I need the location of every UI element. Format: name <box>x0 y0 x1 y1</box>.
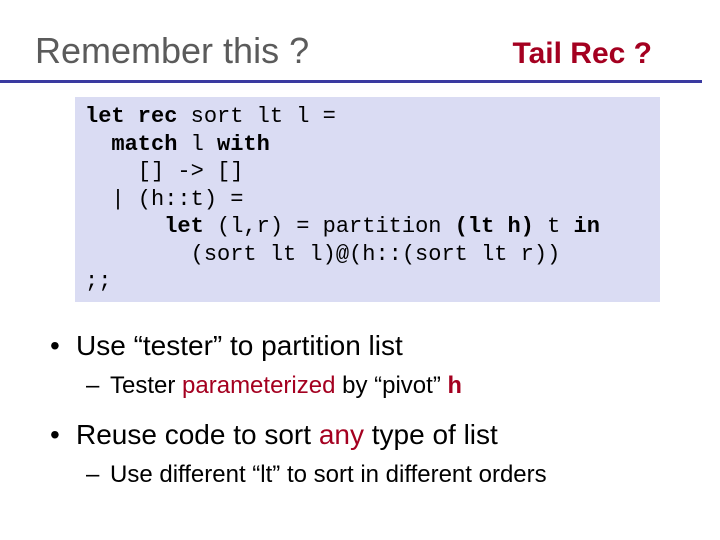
code-block: let rec sort lt l = match l with [] -> [… <box>75 97 660 302</box>
bullet-text: Reuse code to sort <box>76 419 319 450</box>
code-text: [] -> [] <box>85 159 243 184</box>
bullet-code: h <box>447 374 461 401</box>
code-text: ;; <box>85 269 111 294</box>
code-text: (sort lt l)@(h::(sort lt r)) <box>85 242 560 267</box>
code-text: (l,r) = partition <box>217 214 455 239</box>
bullet-level1: Reuse code to sort any type of list <box>40 419 680 451</box>
bullet-level1: Use “tester” to partition list <box>40 330 680 362</box>
bullet-level2: Use different “lt” to sort in different … <box>40 461 680 489</box>
slide-title-right: Tail Rec ? <box>513 37 662 71</box>
bullet-text: type of list <box>364 419 498 450</box>
slide: Remember this ? Tail Rec ? let rec sort … <box>0 0 720 540</box>
code-kw: with <box>217 132 270 157</box>
title-row: Remember this ? Tail Rec ? <box>0 0 702 83</box>
bullet-text: Use different “lt” to sort in different … <box>110 461 547 488</box>
code-text: | (h::t) = <box>85 187 257 212</box>
code-text: l <box>191 132 217 157</box>
code-text: t <box>534 214 574 239</box>
code-kw: match <box>85 132 191 157</box>
bullet-list: Use “tester” to partition list Tester pa… <box>40 330 680 489</box>
slide-title-left: Remember this ? <box>35 30 513 72</box>
bullet-level2: Tester parameterized by “pivot” h <box>40 372 680 401</box>
bullet-text-em: parameterized <box>182 372 335 399</box>
bullet-text: Use “tester” to partition list <box>76 330 403 361</box>
code-kw: in <box>574 214 600 239</box>
code-kw: let <box>85 214 217 239</box>
code-kw: (lt h) <box>455 214 534 239</box>
code-text: sort lt l = <box>191 104 349 129</box>
bullet-text-em: any <box>319 419 364 450</box>
code-kw: let rec <box>85 104 191 129</box>
bullet-text: by “pivot” <box>335 372 447 399</box>
bullet-text: Tester <box>110 372 182 399</box>
